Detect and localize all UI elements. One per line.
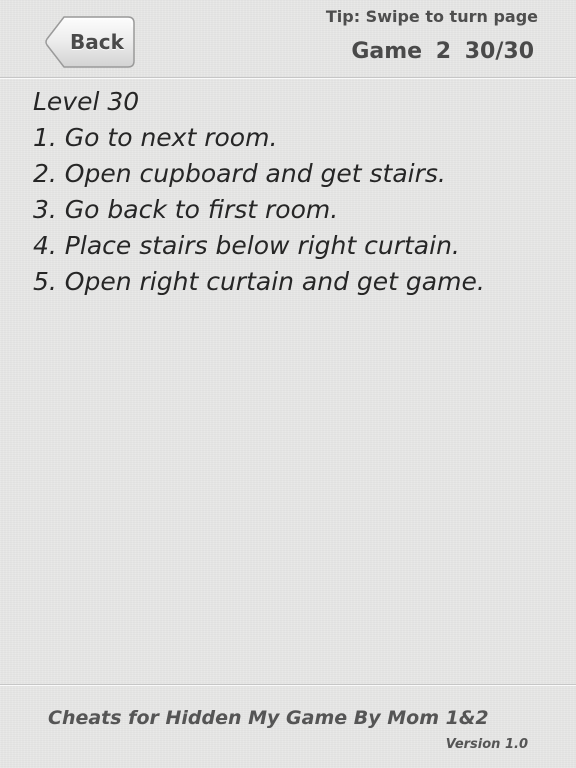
cheat-content: Level 30 1. Go to next room. 2. Open cup… (33, 84, 563, 300)
step-line: 5. Open right curtain and get game. (33, 267, 485, 296)
game-label: Game 2 (351, 39, 452, 64)
step-line: 4. Place stairs below right curtain. (33, 231, 460, 260)
version-label: Version 1.0 (445, 737, 528, 752)
step-line: 1. Go to next room. (33, 123, 278, 152)
swipe-tip: Tip: Swipe to turn page (325, 7, 538, 26)
page-counter: 30/30 (464, 39, 534, 64)
back-button[interactable]: Back (44, 15, 136, 69)
top-bar: Back Tip: Swipe to turn page Game 2 30/3… (0, 0, 576, 77)
level-heading: Level 30 (33, 87, 140, 116)
header-divider (0, 77, 576, 78)
app-title: Cheats for Hidden My Game By Mom 1&2 (48, 707, 489, 729)
footer-divider (0, 684, 576, 685)
back-button-label: Back (70, 30, 124, 54)
step-line: 3. Go back to first room. (33, 195, 339, 224)
step-line: 2. Open cupboard and get stairs. (33, 159, 446, 188)
page-indicator: Game 2 30/30 (351, 39, 534, 64)
